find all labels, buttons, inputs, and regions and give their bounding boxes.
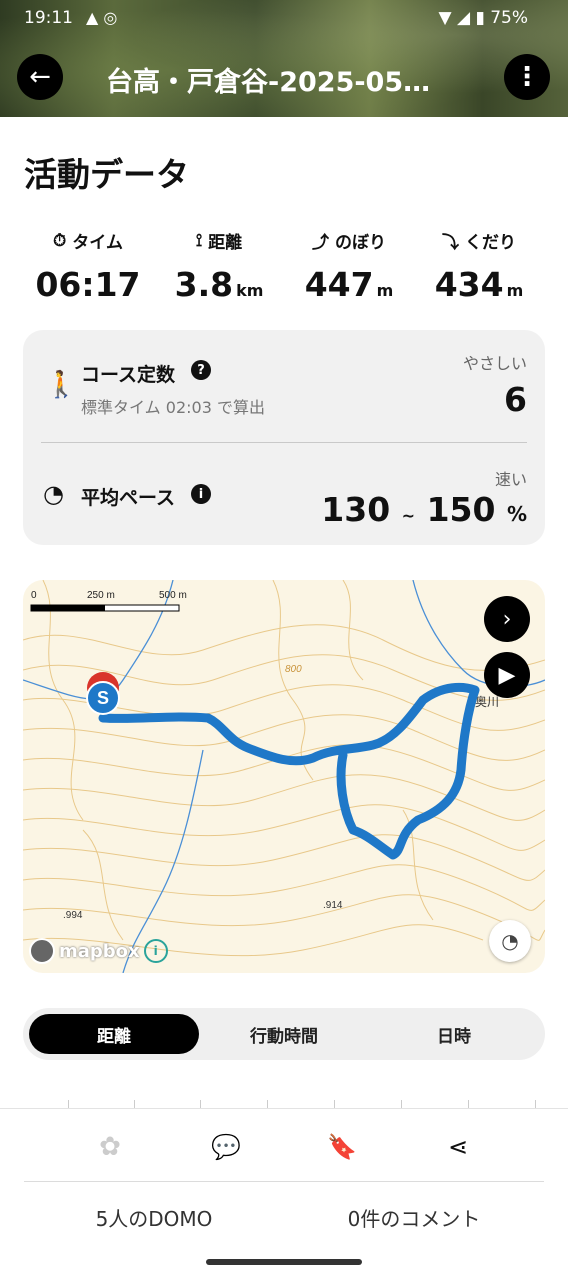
mapbox-attribution[interactable]: mapbox i (29, 938, 168, 964)
more-menu-button[interactable]: ⋮ (504, 54, 550, 100)
descent-icon: ⤵ (442, 233, 459, 253)
peak-label-994: .994 (63, 910, 83, 921)
wifi-icon: ▼ (438, 8, 452, 28)
route-map[interactable]: 800 .994 .914 奥川 S 0 250 m 500 m › ▶ map… (23, 580, 545, 973)
chevron-right-icon: › (502, 606, 512, 632)
tab-distance[interactable]: 距離 (29, 1014, 199, 1054)
signal-icon: ◢ (456, 8, 471, 28)
stat-unit: km (236, 281, 264, 300)
share-icon: ⋖ (447, 1133, 469, 1161)
comment-count[interactable]: 0件のコメント (284, 1203, 544, 1232)
stat-label: のぼり (335, 233, 386, 253)
start-marker-label: S (97, 688, 109, 708)
stat-value: 434 (434, 265, 504, 304)
map-canvas: 800 .994 .914 奥川 S 0 250 m 500 m (23, 580, 545, 973)
pace-map-button[interactable]: ◔ (489, 920, 531, 962)
card-divider (41, 442, 527, 443)
back-button[interactable]: ← (17, 54, 63, 100)
mapbox-text: mapbox (59, 940, 140, 962)
scale-label-mid: 250 m (87, 590, 115, 601)
speedometer-icon: ◔ (501, 929, 519, 953)
stat-label: くだり (465, 233, 516, 253)
comment-icon: 💬 (211, 1133, 241, 1161)
stat-value: 06:17 (35, 265, 141, 304)
scale-label-end: 500 m (159, 590, 187, 601)
course-standard-time: 標準タイム 02:03 で算出 (81, 398, 265, 417)
scale-bar-fill (31, 605, 105, 611)
hiker-icon: 🚶 (45, 370, 78, 400)
domo-button[interactable]: ✿ (92, 1129, 128, 1165)
bookmark-icon: 🔖 (327, 1133, 357, 1161)
status-time: 19:11 (24, 8, 73, 28)
play-icon: ▶ (498, 662, 516, 688)
pace-unit: % (506, 502, 527, 526)
stat-label: 距離 (208, 233, 243, 253)
chart-axis-selector: 距離 行動時間 日時 (23, 1008, 545, 1060)
pace-from: 130 (321, 490, 391, 529)
stat-unit: m (376, 281, 394, 300)
route-track (98, 682, 480, 860)
ascent-icon: ⤴ (312, 233, 329, 253)
rivers (23, 580, 545, 973)
scale-label-zero: 0 (31, 590, 37, 601)
contour-lines (23, 580, 545, 957)
pace-range: 130 ~ 150 % (321, 490, 527, 529)
place-label: 奥川 (475, 695, 499, 709)
domo-count[interactable]: 5人のDOMO (24, 1203, 284, 1232)
section-title: 活動データ (24, 155, 189, 194)
peak-label-914: .914 (323, 900, 343, 911)
stat-label: タイム (72, 233, 123, 253)
pace-tag: 速い (494, 470, 527, 489)
speedometer-icon: ◔ (43, 480, 64, 508)
course-constant-value: 6 (504, 380, 527, 419)
arrow-left-icon: ← (29, 62, 51, 92)
domo-flower-icon: ✿ (99, 1132, 121, 1162)
status-right: ▼ ◢ ▮ 75% (438, 8, 528, 28)
tab-activity-time[interactable]: 行動時間 (199, 1014, 369, 1054)
stat-distance: ⟟ 距離 3.8 km (148, 228, 290, 305)
route-icon: ⟟ (195, 230, 203, 251)
home-indicator[interactable] (206, 1259, 362, 1265)
average-pace-label: 平均ペース (81, 487, 176, 509)
status-bar: 19:11 ▲ ◎ ▼ ◢ ▮ 75% (0, 0, 568, 36)
comment-button[interactable]: 💬 (208, 1129, 244, 1165)
stopwatch-icon: ⏱ (53, 230, 67, 251)
course-difficulty-tag: やさしい (462, 354, 527, 373)
play-button[interactable]: ▶ (484, 652, 530, 698)
difficulty-card: 🚶 コース定数 ? 標準タイム 02:03 で算出 やさしい 6 ◔ 平均ペース… (23, 330, 545, 545)
stat-unit: m (506, 281, 524, 300)
course-constant-label: コース定数 (81, 364, 176, 386)
battery-icon: ▮ (475, 8, 485, 28)
tab-datetime[interactable]: 日時 (369, 1014, 539, 1054)
stat-value: 3.8 (174, 265, 234, 304)
notification-icons: ▲ ◎ (86, 8, 118, 27)
next-button[interactable]: › (484, 596, 530, 642)
page-title: 台高・戸倉谷-2025-05… (106, 67, 431, 98)
stat-descent: ⤵ くだり 434 m (408, 228, 550, 304)
share-button[interactable]: ⋖ (440, 1129, 476, 1165)
help-icon[interactable]: ? (191, 360, 211, 380)
contour-label: 800 (285, 664, 302, 675)
stat-value: 447 (304, 265, 374, 304)
bottom-divider (24, 1181, 544, 1182)
map-labels: 800 .994 .914 奥川 (63, 664, 499, 921)
bottom-action-bar: ✿ 💬 🔖 ⋖ 5人のDOMO 0件のコメント (0, 1108, 568, 1281)
mapbox-logo-icon (29, 938, 55, 964)
stat-ascent: ⤴ のぼり 447 m (278, 228, 420, 304)
more-vertical-icon: ⋮ (514, 62, 540, 92)
pace-to: 150 (426, 490, 496, 529)
info-icon[interactable]: i (191, 484, 211, 504)
stat-time: ⏱ タイム 06:17 (17, 228, 159, 305)
bookmark-button[interactable]: 🔖 (324, 1129, 360, 1165)
pace-separator: ~ (401, 506, 416, 525)
map-info-icon[interactable]: i (143, 939, 168, 963)
battery-level: 75% (490, 8, 528, 28)
